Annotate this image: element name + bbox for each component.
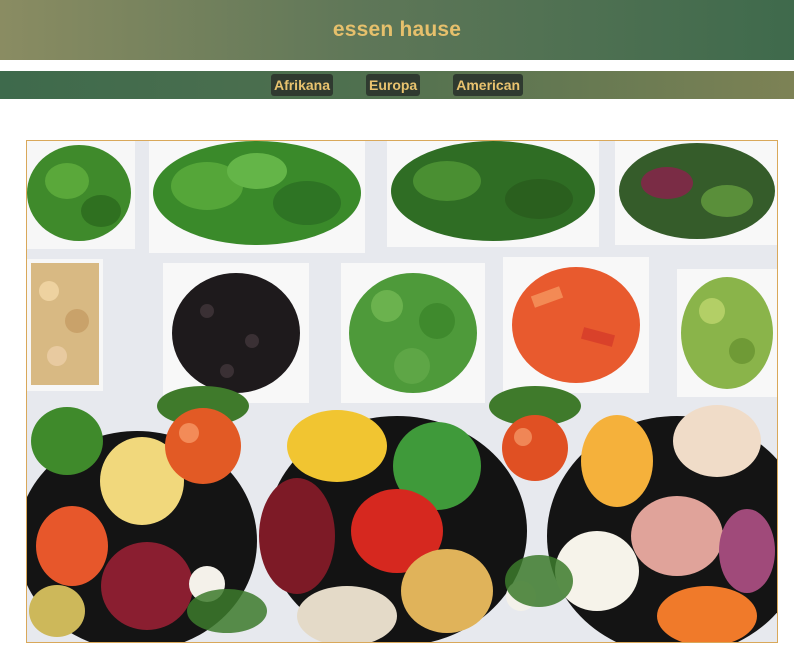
nav-button-europa[interactable]: Europa (365, 74, 421, 96)
hero-image (26, 140, 778, 643)
nav-button-afrikana[interactable]: Afrikana (270, 74, 333, 96)
salad-bar-illustration (27, 141, 777, 642)
site-header: essen hause (0, 0, 794, 60)
nav-button-american[interactable]: American (453, 74, 524, 96)
nav-bar: Afrikana Europa American (0, 71, 794, 99)
site-title: essen hause (332, 18, 462, 41)
